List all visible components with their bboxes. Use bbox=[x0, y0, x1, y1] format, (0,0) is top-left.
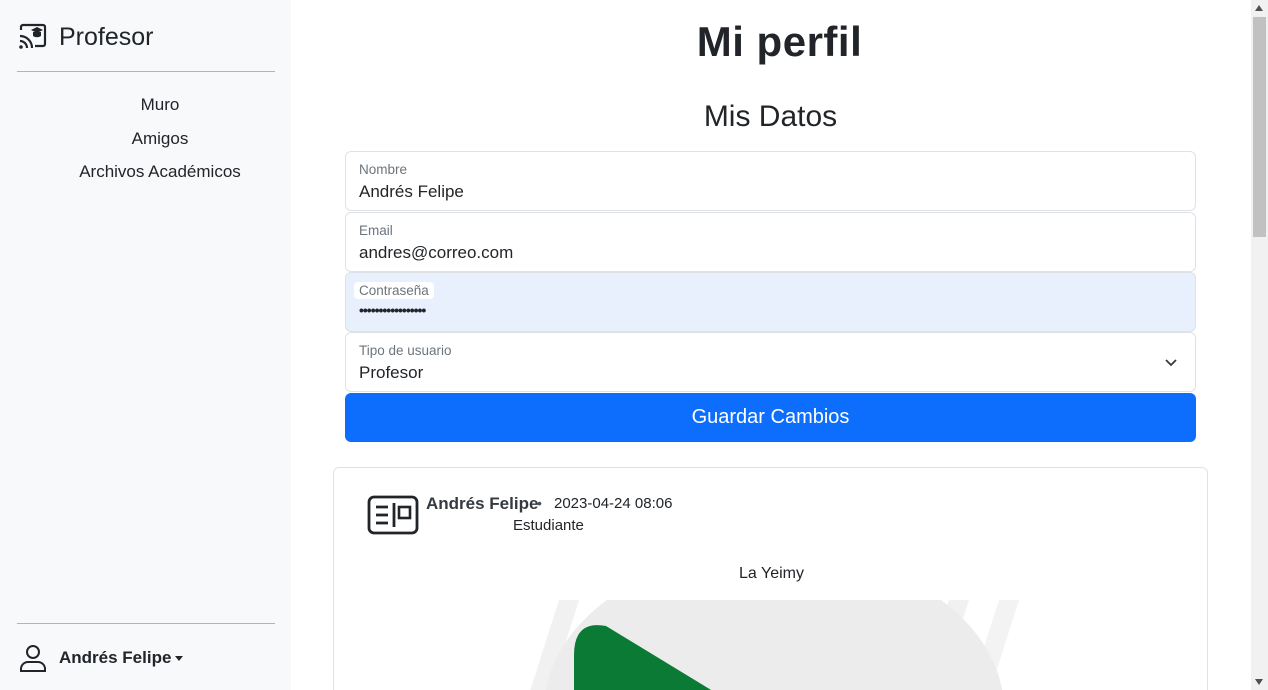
brand-title: Profesor bbox=[59, 22, 154, 51]
scroll-down-arrow-icon[interactable] bbox=[1255, 679, 1263, 685]
cast-icon bbox=[18, 22, 48, 52]
name-input[interactable] bbox=[359, 182, 1159, 202]
user-name: Andrés Felipe bbox=[59, 648, 172, 667]
password-input[interactable]: ••••••••••••••••• bbox=[359, 302, 1159, 318]
name-label: Nombre bbox=[359, 162, 408, 177]
email-input[interactable] bbox=[359, 243, 1159, 263]
user-type-value[interactable]: Profesor bbox=[359, 363, 1159, 383]
scrollbar-thumb[interactable] bbox=[1253, 17, 1266, 237]
email-field[interactable]: Email bbox=[345, 212, 1196, 272]
password-label: Contraseña bbox=[354, 282, 434, 299]
password-field[interactable]: Contraseña ••••••••••••••••• bbox=[345, 272, 1196, 332]
nav-item-archivos-academicos[interactable]: Archivos Académicos bbox=[0, 158, 320, 192]
post-date: 2023-04-24 08:06 bbox=[554, 495, 673, 512]
page-title: Mi perfil bbox=[696, 18, 863, 65]
section-title: Mis Datos bbox=[703, 100, 838, 133]
sidebar-divider-bottom bbox=[17, 623, 275, 624]
brand[interactable]: Profesor bbox=[18, 22, 153, 52]
post-text: La Yeimy bbox=[739, 565, 804, 582]
user-menu-toggle[interactable]: Andrés Felipe bbox=[18, 643, 184, 673]
nav-item-amigos[interactable]: Amigos bbox=[0, 125, 320, 159]
post-separator: • bbox=[537, 495, 542, 511]
post-image bbox=[530, 600, 1019, 690]
id-card-icon bbox=[367, 495, 419, 535]
email-label: Email bbox=[359, 223, 393, 238]
sidebar-nav: Muro Amigos Archivos Académicos bbox=[0, 91, 320, 192]
caret-down-icon bbox=[175, 655, 184, 661]
user-type-label: Tipo de usuario bbox=[359, 343, 452, 358]
sidebar-divider-top bbox=[17, 71, 275, 72]
name-field[interactable]: Nombre bbox=[345, 151, 1196, 211]
chevron-down-icon bbox=[1165, 359, 1177, 367]
nav-item-muro[interactable]: Muro bbox=[0, 91, 320, 125]
save-changes-button[interactable]: Guardar Cambios bbox=[345, 393, 1196, 442]
post-role: Estudiante bbox=[513, 517, 584, 534]
user-type-select[interactable]: Tipo de usuario Profesor bbox=[345, 332, 1196, 392]
post-card: Andrés Felipe • 2023-04-24 08:06 Estudia… bbox=[333, 467, 1208, 690]
post-author[interactable]: Andrés Felipe bbox=[426, 494, 538, 514]
person-icon bbox=[18, 643, 48, 673]
sidebar: Profesor Muro Amigos Archivos Académicos… bbox=[0, 0, 291, 690]
page-scrollbar[interactable] bbox=[1251, 0, 1268, 690]
scroll-up-arrow-icon[interactable] bbox=[1255, 5, 1263, 11]
